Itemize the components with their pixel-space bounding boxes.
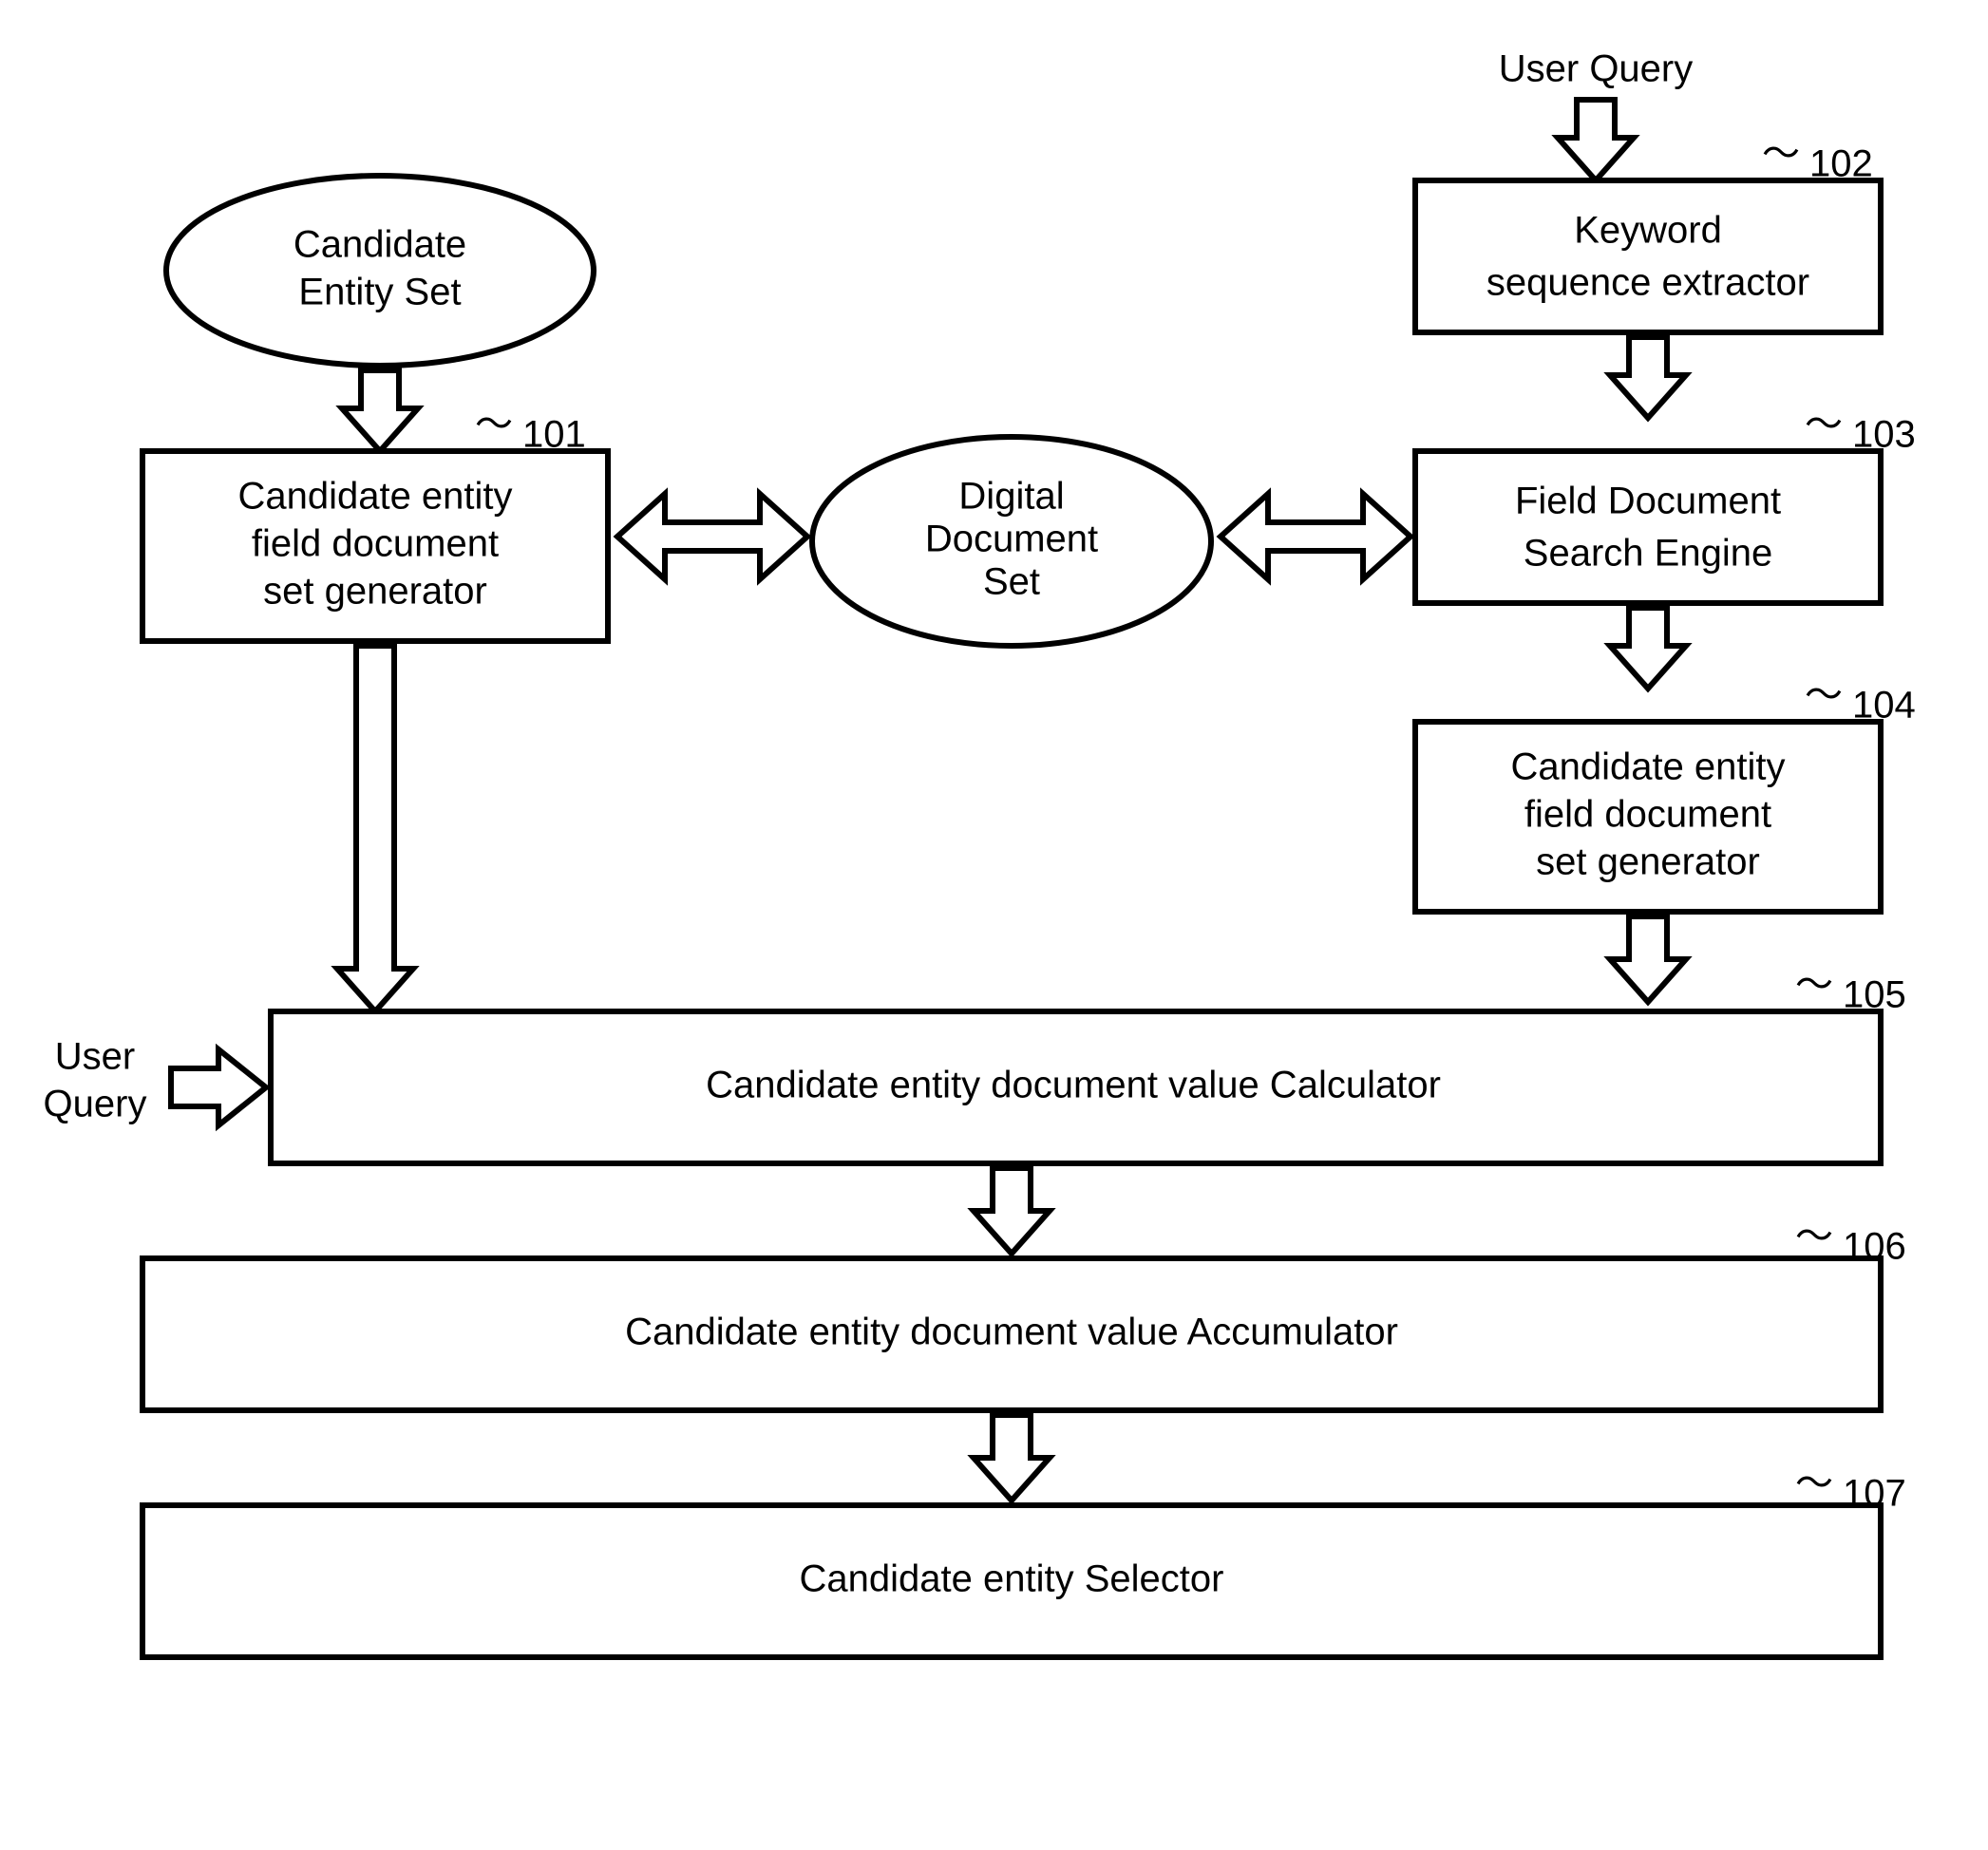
- arrow-down-into-102: [1558, 100, 1634, 180]
- svg-text:Candidate entity: Candidate entity: [237, 476, 512, 518]
- svg-text:Field Document: Field Document: [1515, 481, 1781, 522]
- svg-text:Candidate entity Selector: Candidate entity Selector: [800, 1558, 1224, 1600]
- arrow-down-102-103: [1610, 337, 1686, 418]
- ref-103: 〜 103: [1805, 404, 1916, 456]
- flow-diagram: User Query 〜 102 Keyword sequence extrac…: [0, 0, 1988, 1850]
- svg-text:〜: 〜: [475, 404, 513, 445]
- svg-text:〜: 〜: [1795, 964, 1833, 1006]
- svg-text:Candidate entity document valu: Candidate entity document value Calculat…: [706, 1065, 1441, 1106]
- svg-text:Set: Set: [983, 561, 1040, 603]
- arrow-down-104-105: [1610, 916, 1686, 1002]
- label-user-query-left-line2: Query: [44, 1084, 147, 1125]
- arrow-bidir-ellipse-103: [1221, 494, 1411, 579]
- ref-105: 〜 105: [1795, 964, 1906, 1016]
- box-101-candidate-entity-field-doc-set-generator: Candidate entity field document set gene…: [142, 451, 608, 641]
- box-102-keyword-sequence-extractor: Keyword sequence extractor: [1415, 180, 1881, 332]
- svg-text:set generator: set generator: [1536, 841, 1760, 883]
- box-106-candidate-entity-document-value-accumulator: Candidate entity document value Accumula…: [142, 1258, 1881, 1410]
- arrow-down-101-105: [337, 646, 413, 1011]
- svg-text:〜: 〜: [1795, 1216, 1833, 1257]
- label-user-query-left-line1: User: [55, 1036, 135, 1078]
- svg-text:set generator: set generator: [263, 571, 487, 613]
- box-107-candidate-entity-selector: Candidate entity Selector: [142, 1505, 1881, 1657]
- svg-text:〜: 〜: [1762, 133, 1800, 175]
- svg-text:sequence extractor: sequence extractor: [1486, 262, 1809, 304]
- svg-text:Keyword: Keyword: [1574, 210, 1722, 252]
- svg-text:〜: 〜: [1805, 404, 1843, 445]
- svg-text:Candidate: Candidate: [293, 224, 466, 266]
- svg-text:Candidate entity: Candidate entity: [1510, 746, 1785, 788]
- arrow-bidir-101-ellipse: [617, 494, 807, 579]
- arrow-down-105-106: [974, 1168, 1050, 1254]
- svg-text:field document: field document: [252, 523, 499, 565]
- ellipse-candidate-entity-set: Candidate Entity Set: [166, 176, 594, 366]
- svg-text:field document: field document: [1524, 794, 1771, 836]
- svg-text:Digital: Digital: [958, 476, 1064, 518]
- arrow-down-106-107: [974, 1415, 1050, 1501]
- ref-102: 〜 102: [1762, 133, 1873, 185]
- box-105-candidate-entity-document-value-calculator: Candidate entity document value Calculat…: [271, 1011, 1881, 1163]
- svg-text:Search Engine: Search Engine: [1524, 533, 1772, 575]
- svg-text:〜: 〜: [1805, 674, 1843, 716]
- svg-text:Document: Document: [925, 519, 1098, 560]
- svg-text:Candidate entity document valu: Candidate entity document value Accumula…: [625, 1312, 1398, 1353]
- svg-text:〜: 〜: [1795, 1463, 1833, 1504]
- ref-104: 〜 104: [1805, 674, 1916, 727]
- ellipse-digital-document-set: Digital Document Set: [812, 437, 1211, 646]
- ref-101: 〜 101: [475, 404, 586, 456]
- box-103-field-document-search-engine: Field Document Search Engine: [1415, 451, 1881, 603]
- svg-text:Entity Set: Entity Set: [298, 272, 461, 313]
- label-user-query-top: User Query: [1499, 48, 1694, 90]
- arrow-down-103-104: [1610, 608, 1686, 689]
- arrow-right-user-query-105: [171, 1049, 266, 1125]
- box-104-candidate-entity-field-doc-set-generator: Candidate entity field document set gene…: [1415, 722, 1881, 912]
- arrow-down-to-101: [342, 370, 418, 451]
